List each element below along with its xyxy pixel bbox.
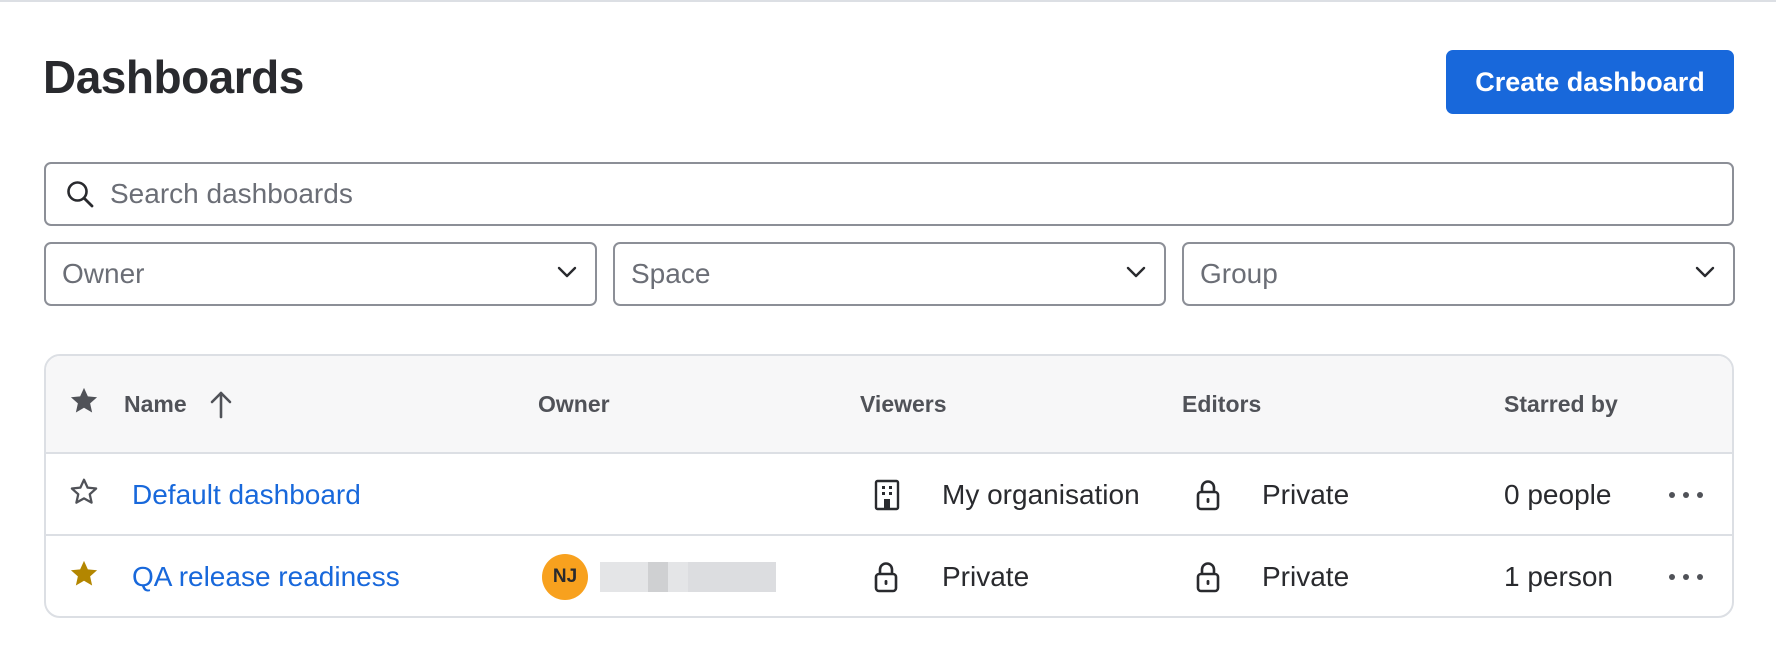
- viewers-cell: My organisation: [872, 454, 1140, 536]
- star-filled-icon: [68, 558, 100, 597]
- viewers-label: My organisation: [942, 479, 1140, 510]
- more-actions-button[interactable]: [1664, 454, 1708, 536]
- lock-icon: [1194, 478, 1222, 512]
- lock-icon: [872, 560, 900, 594]
- group-filter-select[interactable]: Group: [1182, 242, 1735, 306]
- space-filter-select[interactable]: Space: [613, 242, 1166, 306]
- star-toggle-button[interactable]: [68, 536, 100, 616]
- star-column-header[interactable]: [68, 356, 100, 452]
- table-row: Default dashboard My organisation Privat…: [46, 454, 1732, 536]
- starred-by-column-header[interactable]: Starred by: [1504, 356, 1618, 452]
- chevron-down-icon: [1124, 260, 1148, 289]
- search-input[interactable]: [110, 178, 1670, 210]
- search-icon: [64, 178, 96, 210]
- name-column-label: Name: [124, 390, 187, 417]
- editors-cell: Private: [1194, 454, 1349, 536]
- lock-icon: [1194, 560, 1222, 594]
- owner-filter-select[interactable]: Owner: [44, 242, 597, 306]
- owner-cell[interactable]: NJ: [542, 536, 776, 616]
- starred-by-count: 1 person: [1504, 561, 1613, 592]
- starred-by-count: 0 people: [1504, 479, 1612, 510]
- viewers-label: Private: [942, 561, 1030, 592]
- building-icon: [872, 478, 902, 512]
- table-row: QA release readiness NJ Private Private …: [46, 536, 1732, 616]
- search-field[interactable]: [44, 162, 1734, 226]
- chevron-down-icon: [555, 260, 579, 289]
- create-dashboard-button[interactable]: Create dashboard: [1446, 50, 1734, 114]
- editors-label: Private: [1262, 561, 1350, 592]
- space-filter-label: Space: [631, 258, 711, 289]
- table-header: Name Owner Viewers Editors Starred by: [46, 356, 1732, 454]
- more-icon: [1664, 555, 1708, 599]
- page-title: Dashboards: [43, 51, 304, 103]
- star-outline-icon: [68, 476, 100, 515]
- viewers-cell: Private: [872, 536, 1030, 616]
- star-toggle-button[interactable]: [68, 454, 100, 536]
- sort-ascending-icon: [207, 389, 235, 419]
- viewers-column-header[interactable]: Viewers: [860, 356, 947, 452]
- star-filled-icon: [68, 385, 100, 423]
- more-actions-button[interactable]: [1664, 536, 1708, 616]
- chevron-down-icon: [1693, 260, 1717, 289]
- editors-label: Private: [1262, 479, 1350, 510]
- more-icon: [1664, 473, 1708, 517]
- editors-column-header[interactable]: Editors: [1182, 356, 1261, 452]
- dashboard-name-link[interactable]: QA release readiness: [132, 536, 400, 616]
- owner-filter-label: Owner: [62, 258, 145, 289]
- editors-cell: Private: [1194, 536, 1350, 616]
- avatar: NJ: [542, 554, 588, 600]
- owner-column-header[interactable]: Owner: [538, 356, 610, 452]
- dashboards-table: Name Owner Viewers Editors Starred by De…: [44, 354, 1734, 618]
- redacted-owner-name: [600, 562, 776, 592]
- group-filter-label: Group: [1200, 258, 1278, 289]
- name-column-header[interactable]: Name: [124, 356, 235, 452]
- top-divider: [0, 0, 1776, 2]
- dashboard-name-link[interactable]: Default dashboard: [132, 454, 361, 536]
